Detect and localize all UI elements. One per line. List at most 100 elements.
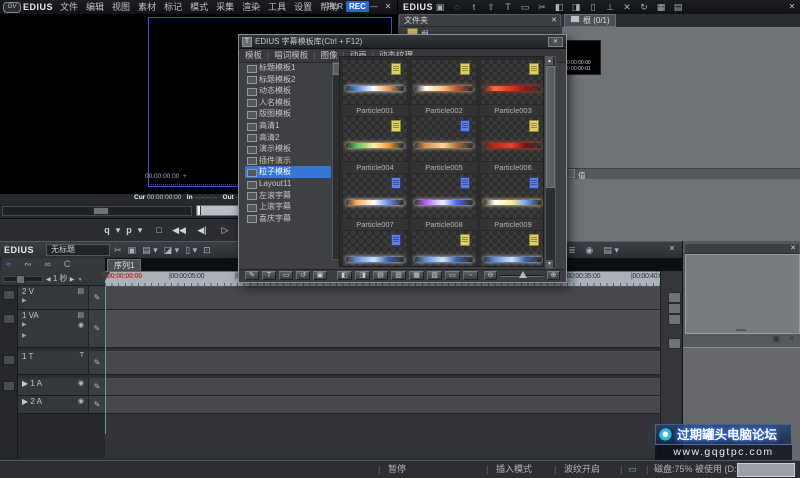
tree-item-标题模板2[interactable]: 标题模板2 — [245, 74, 331, 86]
grid-scroll-up-icon[interactable]: ▲ — [546, 57, 553, 65]
previous-frame-button[interactable]: ◀| — [193, 221, 211, 239]
playhead-marker[interactable] — [100, 272, 110, 281]
track-header-1T[interactable]: 1 TT — [18, 351, 88, 375]
zoom-in-button[interactable]: ⊕ — [547, 271, 560, 280]
template-item-Particle002[interactable]: Particle002 — [411, 59, 477, 116]
align-left-icon[interactable]: ◧ — [337, 271, 352, 280]
menu-item-4[interactable]: 素材 — [134, 0, 160, 14]
template-item-Particle006[interactable]: Particle006 — [480, 116, 544, 173]
tree-item-插件演示[interactable]: 插件演示 — [245, 155, 331, 167]
stop-button[interactable]: □ — [150, 221, 168, 239]
play-button[interactable]: ▷ — [216, 221, 234, 239]
tree-item-左滚字幕[interactable]: 左滚字幕 — [245, 190, 331, 202]
track-pen-cell-1T[interactable]: ✎ — [88, 351, 105, 375]
texture-view-icon[interactable]: ▧ — [427, 271, 442, 280]
folder-view-icon[interactable]: ▣ — [313, 271, 327, 280]
track-group-marker-2[interactable] — [3, 314, 15, 324]
menu-item-7[interactable]: 采集 — [212, 0, 238, 14]
bin-tab-root[interactable]: 根 (0/1) — [564, 14, 616, 27]
tree-item-粒子模板[interactable]: 粒子模板 — [245, 166, 331, 178]
tree-item-Layout11[interactable]: Layout11 — [245, 178, 331, 190]
menu-item-8[interactable]: 渲染 — [238, 0, 264, 14]
dialog-menu-3[interactable]: 图像 — [320, 50, 337, 60]
speaker-icon[interactable]: ◉ — [78, 397, 84, 405]
in-point-dropdown-icon[interactable]: ▾ — [113, 221, 123, 239]
menu-item-9[interactable]: 工具 — [264, 0, 290, 14]
track-pen-cell-1A[interactable]: ✎ — [88, 378, 105, 396]
new-title-icon[interactable]: T — [262, 271, 276, 280]
track-header-1VA[interactable]: 1 VA▤▶◉▶ — [18, 310, 88, 348]
menu-item-2[interactable]: 编辑 — [82, 0, 108, 14]
track-scroll-button-2[interactable] — [668, 303, 681, 314]
thumbnail-zoom-handle[interactable] — [519, 271, 527, 278]
tree-item-高清2[interactable]: 高清2 — [245, 132, 331, 144]
track-header-2A[interactable]: ▶ 2 A◉ — [18, 396, 88, 414]
set-in-point-icon[interactable]: q — [102, 221, 112, 239]
out-point-dropdown-icon[interactable]: ▾ — [135, 221, 145, 239]
track-pen-cell-2V[interactable]: ✎ — [88, 286, 105, 310]
expand-icon[interactable]: ▶ — [22, 332, 27, 339]
clip-info-icon[interactable]: ▣ — [773, 334, 781, 343]
track-pen-cell-2A[interactable]: ✎ — [88, 396, 105, 414]
rename-icon[interactable]: ▭ — [279, 271, 293, 280]
tree-item-上滚字幕[interactable]: 上滚字幕 — [245, 201, 331, 213]
track-group-marker-1[interactable] — [3, 290, 15, 300]
track-group-marker-3[interactable] — [3, 355, 15, 365]
expand-icon[interactable]: ▶ — [22, 321, 27, 328]
folder-panel-close-icon[interactable]: ✕ — [551, 15, 557, 27]
frame-view-icon[interactable]: ▫ — [463, 271, 478, 280]
minimize-button[interactable]: — — [368, 1, 380, 13]
grid-scrollbar[interactable]: ▲ ▼ — [545, 56, 556, 269]
template-item-Particle005[interactable]: Particle005 — [411, 116, 477, 173]
reload-icon[interactable]: ↺ — [296, 271, 310, 280]
eye-icon[interactable]: ◉ — [78, 321, 84, 329]
bin-close-button[interactable]: ✕ — [786, 1, 798, 13]
track-group-marker-4[interactable] — [3, 381, 15, 391]
timeline-empty-area[interactable] — [105, 414, 660, 458]
grid-scrollbar-thumb[interactable] — [546, 66, 555, 188]
info-panel-resize-handle[interactable] — [736, 329, 746, 331]
list-view-icon[interactable]: ▤ — [373, 271, 388, 280]
close-window-button[interactable]: ✕ — [382, 1, 394, 13]
menu-item-1[interactable]: 文件 — [56, 0, 82, 14]
shuttle-slider[interactable] — [2, 206, 192, 216]
thumbnail-zoom-slider[interactable] — [501, 275, 543, 277]
plr-button[interactable]: PLR — [327, 1, 343, 13]
template-item-row4-1[interactable] — [342, 230, 408, 267]
track-scroll-button-4[interactable] — [668, 338, 681, 349]
speaker-icon[interactable]: ◉ — [78, 379, 84, 387]
tree-item-动态模板[interactable]: 动态模板 — [245, 85, 331, 97]
track-lane-1T[interactable] — [105, 351, 660, 375]
track-scroll-button-1[interactable] — [668, 292, 681, 303]
detail-view-icon[interactable]: ▥ — [391, 271, 406, 280]
track-lane-1VA[interactable] — [105, 310, 660, 348]
film-icon[interactable]: ▤ — [77, 311, 84, 319]
menu-item-3[interactable]: 视图 — [108, 0, 134, 14]
rec-button[interactable]: REC — [346, 1, 369, 12]
thumb-view-icon[interactable]: ▦ — [409, 271, 424, 280]
rewind-button[interactable]: ◀◀ — [170, 221, 188, 239]
menu-item-10[interactable]: 设置 — [290, 0, 316, 14]
zoom-out-button[interactable]: ⊖ — [484, 271, 497, 280]
track-pen-cell-1VA[interactable]: ✎ — [88, 310, 105, 348]
expand-icon[interactable]: ▶ — [22, 297, 27, 304]
template-item-Particle008[interactable]: Particle008 — [411, 173, 477, 230]
template-item-row4-2[interactable] — [411, 230, 477, 267]
tree-item-版图模板[interactable]: 版图模板 — [245, 108, 331, 120]
bin-clip-thumbnail[interactable]: 0:00:00:00 0:00:00:01 — [565, 40, 601, 75]
track-header-2V[interactable]: 2 V▤▶ — [18, 286, 88, 310]
template-item-Particle003[interactable]: Particle003 — [480, 59, 544, 116]
menu-item-5[interactable]: 标记 — [160, 0, 186, 14]
film-icon[interactable]: ▤ — [77, 287, 84, 295]
set-out-point-icon[interactable]: p — [124, 221, 134, 239]
tree-item-标题模板1[interactable]: 标题模板1 — [245, 62, 331, 74]
info-panel-close-icon[interactable]: ✕ — [790, 244, 796, 254]
track-header-1A[interactable]: ▶ 1 A◉ — [18, 378, 88, 396]
template-item-Particle009[interactable]: Particle009 — [480, 173, 544, 230]
tree-item-高清1[interactable]: 高清1 — [245, 120, 331, 132]
tree-item-人名模板[interactable]: 人名模板 — [245, 97, 331, 109]
menu-item-6[interactable]: 模式 — [186, 0, 212, 14]
track-scroll-button-3[interactable] — [668, 314, 681, 325]
track-lane-2V[interactable] — [105, 286, 660, 310]
track-lane-1A[interactable] — [105, 378, 660, 396]
